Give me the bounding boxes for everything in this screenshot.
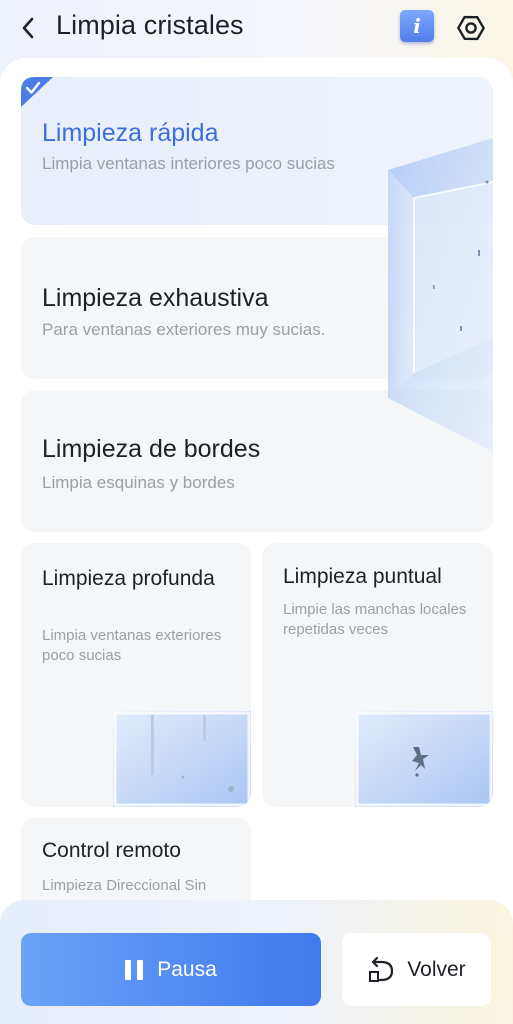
mode-title: Limpieza de bordes	[42, 435, 261, 463]
info-button[interactable]: i	[400, 10, 434, 42]
return-button[interactable]: Volver	[342, 933, 491, 1006]
deep-clean-illustration	[113, 711, 251, 807]
spot-clean-illustration	[355, 711, 493, 807]
selected-check-icon	[21, 77, 53, 107]
pause-icon	[125, 959, 144, 980]
mode-description: Limpia ventanas interiores poco sucias	[42, 154, 335, 173]
mode-description: Limpieza Direccional Sin	[42, 877, 207, 894]
mode-description: Limpia ventanas exteriores poco sucias	[42, 627, 222, 664]
mode-card-deep[interactable]: Limpieza profunda Limpia ventanas exteri…	[21, 543, 251, 807]
mode-title: Control remoto	[42, 839, 181, 862]
mode-title: Limpieza rápida	[42, 119, 219, 147]
settings-button[interactable]	[453, 10, 489, 46]
app-header: Limpia cristales i	[0, 0, 513, 56]
info-icon: i	[413, 14, 421, 38]
window-glass-illustration	[388, 138, 493, 452]
back-button[interactable]	[14, 12, 42, 44]
chevron-left-icon	[22, 17, 34, 39]
return-dock-icon	[369, 956, 394, 982]
mode-title: Limpieza profunda	[42, 567, 215, 590]
mode-description: Limpia esquinas y bordes	[42, 473, 235, 492]
mode-description: Limpie las manchas locales repetidas vec…	[283, 601, 467, 638]
pause-button[interactable]: Pausa	[21, 933, 321, 1006]
pause-label: Pausa	[157, 957, 217, 981]
mode-title: Limpieza puntual	[283, 565, 442, 588]
hexagon-gear-icon	[457, 15, 485, 41]
return-label: Volver	[407, 957, 466, 981]
mode-title: Limpieza exhaustiva	[42, 284, 269, 312]
mode-description: Para ventanas exteriores muy sucias.	[42, 320, 326, 339]
page-title: Limpia cristales	[56, 10, 244, 40]
mode-card-spot[interactable]: Limpieza puntual Limpie las manchas loca…	[262, 543, 493, 807]
